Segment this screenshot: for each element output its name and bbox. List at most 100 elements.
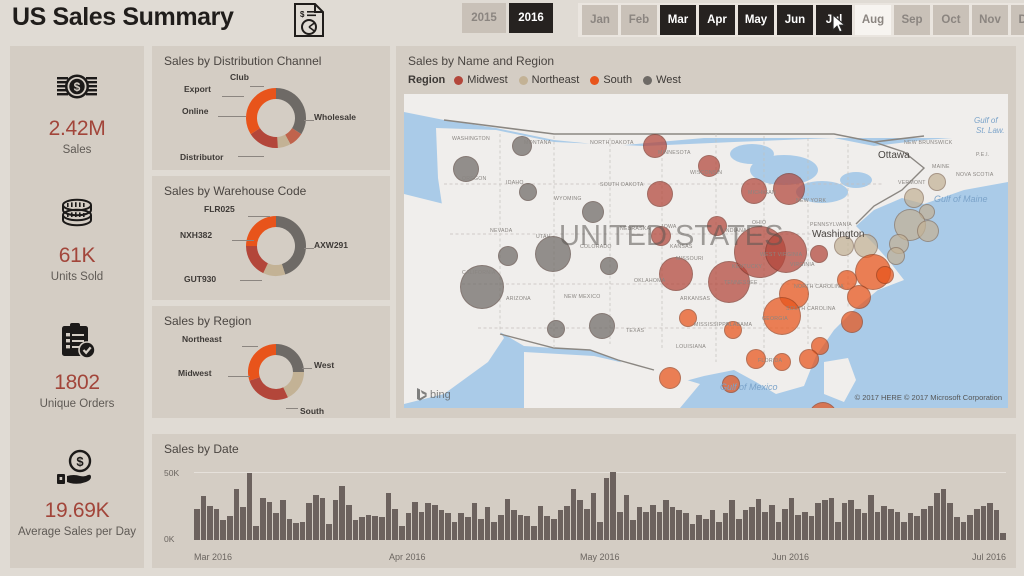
bar[interactable] (683, 513, 689, 540)
bar[interactable] (346, 504, 352, 540)
bar[interactable] (795, 514, 802, 540)
map-bubble-northeast[interactable] (917, 220, 939, 242)
bar[interactable] (445, 513, 451, 540)
bar[interactable] (498, 514, 504, 540)
bar[interactable] (841, 503, 848, 540)
bar[interactable] (471, 503, 478, 540)
bar[interactable] (458, 513, 464, 540)
donut-slice-northeast[interactable] (283, 372, 304, 398)
bar[interactable] (729, 500, 735, 540)
donut-slice-wholesale[interactable] (276, 88, 306, 135)
bar[interactable] (735, 518, 742, 540)
bar[interactable] (636, 507, 643, 540)
bar[interactable] (425, 503, 431, 540)
bar[interactable] (319, 497, 326, 540)
bar[interactable] (511, 510, 517, 540)
bar[interactable] (987, 503, 993, 540)
bar[interactable] (438, 510, 445, 540)
bar[interactable] (253, 525, 260, 540)
bar[interactable] (610, 472, 616, 540)
chart-sales-by-date[interactable]: Sales by Date 50K 0K Mar 2016 Apr 2016 M… (152, 434, 1016, 568)
bar[interactable] (980, 506, 987, 540)
bar[interactable] (630, 520, 636, 540)
chart-sales-by-distribution-channel[interactable]: Sales by Distribution Channel Wholesale C… (152, 46, 390, 170)
bar[interactable] (947, 503, 954, 540)
slicer-tile-aug[interactable]: Aug (855, 5, 891, 35)
bar[interactable] (398, 525, 405, 540)
bar[interactable] (299, 521, 306, 540)
bar[interactable] (868, 494, 874, 540)
bar[interactable] (227, 515, 233, 540)
slicer-tile-jun[interactable]: Jun (777, 5, 813, 35)
map-bubble-midwest[interactable] (810, 245, 828, 263)
map-bubble-northeast[interactable] (928, 173, 946, 191)
slicer-tile-may[interactable]: May (738, 5, 774, 35)
bar[interactable] (861, 513, 868, 540)
map-bubble-west[interactable] (589, 313, 615, 339)
bar[interactable] (590, 493, 597, 540)
year-slicer[interactable]: 2015 2016 (462, 3, 553, 37)
donut-slice-south[interactable] (248, 344, 276, 381)
slicer-tile-dec[interactable]: Dec (1011, 5, 1024, 35)
map-bubble-west[interactable] (600, 257, 618, 275)
slicer-tile-feb[interactable]: Feb (621, 5, 657, 35)
bar[interactable] (954, 517, 960, 540)
slicer-tile-2015[interactable]: 2015 (462, 3, 506, 33)
slicer-tile-oct[interactable]: Oct (933, 5, 969, 35)
bar-series[interactable] (194, 472, 1006, 540)
bar[interactable] (359, 517, 365, 540)
slicer-tile-jan[interactable]: Jan (582, 5, 618, 35)
bar[interactable] (200, 496, 207, 540)
bar[interactable] (246, 473, 253, 540)
legend-item-west[interactable]: West (643, 74, 681, 86)
donut-slice-midwest[interactable] (249, 377, 288, 400)
bar[interactable] (365, 514, 372, 540)
bar[interactable] (478, 518, 484, 540)
bar[interactable] (392, 508, 398, 540)
donut-slice-west[interactable] (276, 344, 304, 372)
bar[interactable] (722, 513, 729, 540)
bar[interactable] (550, 518, 557, 540)
bar[interactable] (418, 511, 425, 540)
bar[interactable] (960, 521, 967, 540)
bar[interactable] (663, 500, 669, 540)
bar[interactable] (881, 506, 887, 540)
legend-item-south[interactable]: South (590, 74, 632, 86)
bar[interactable] (385, 493, 392, 540)
map-bubble-south[interactable] (799, 349, 819, 369)
bar[interactable] (815, 503, 821, 540)
bar[interactable] (782, 508, 788, 540)
bar[interactable] (894, 511, 901, 540)
bar[interactable] (564, 506, 570, 540)
bar[interactable] (709, 510, 716, 540)
bar[interactable] (967, 514, 973, 540)
map-bubble-west[interactable] (512, 136, 532, 156)
bar[interactable] (431, 504, 438, 540)
bar[interactable] (769, 504, 775, 540)
map-bubble-midwest[interactable] (647, 181, 673, 207)
bar[interactable] (854, 508, 861, 540)
kpi-units-sold[interactable]: 61K Units Sold (10, 191, 144, 283)
bar[interactable] (213, 508, 220, 540)
bar[interactable] (524, 515, 531, 540)
bar[interactable] (570, 489, 577, 540)
bar[interactable] (848, 500, 854, 540)
bar[interactable] (207, 506, 213, 540)
bar[interactable] (464, 517, 471, 540)
map-bubble-south[interactable] (847, 285, 871, 309)
bar[interactable] (835, 521, 841, 540)
map-bubble-west[interactable] (547, 320, 565, 338)
bar[interactable] (312, 494, 319, 540)
bar[interactable] (802, 511, 808, 540)
bar[interactable] (940, 489, 947, 540)
slicer-tile-apr[interactable]: Apr (699, 5, 735, 35)
bar[interactable] (504, 498, 511, 540)
slicer-tile-mar[interactable]: Mar (660, 5, 696, 35)
bar[interactable] (597, 521, 603, 540)
map-bubble-northeast[interactable] (887, 247, 905, 265)
bar[interactable] (755, 498, 762, 540)
kpi-sales[interactable]: $ 2.42M Sales (10, 64, 144, 156)
bar[interactable] (339, 486, 346, 540)
bar[interactable] (544, 515, 550, 540)
bar[interactable] (993, 510, 1000, 540)
